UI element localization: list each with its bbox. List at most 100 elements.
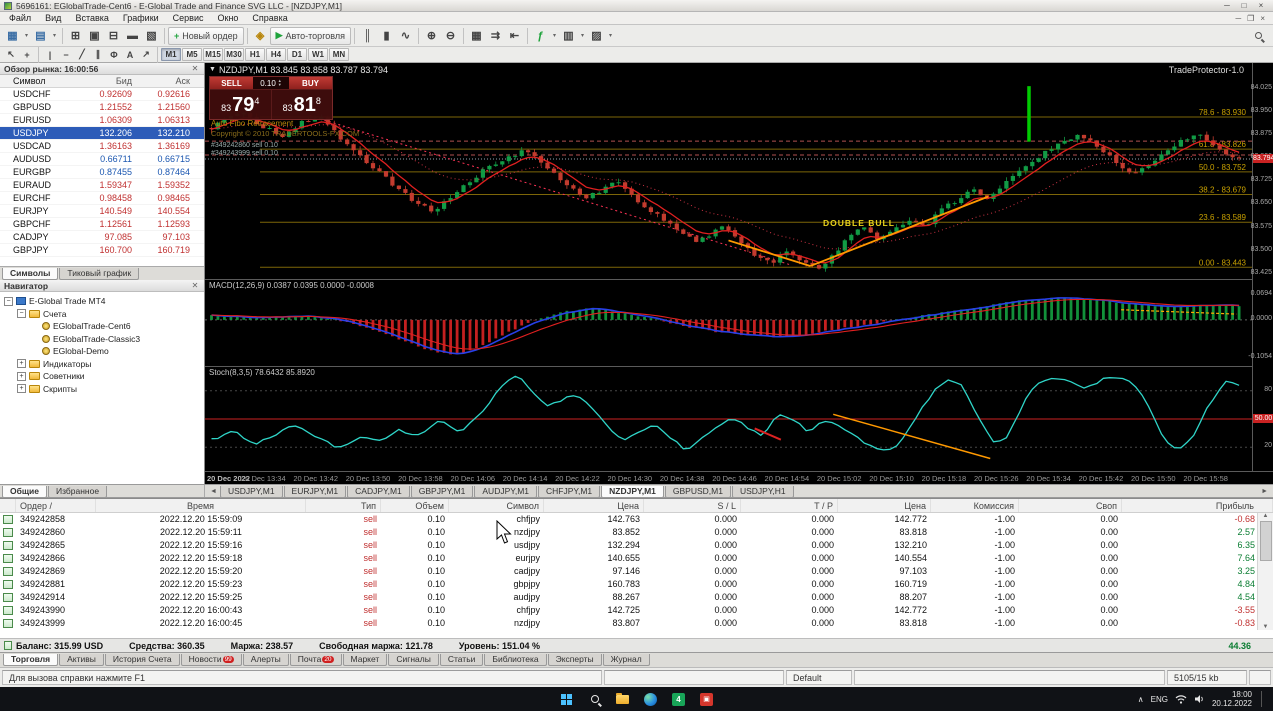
market-watch-row[interactable]: EURCHF0.984580.98465 <box>0 192 204 205</box>
metaeditor-button[interactable]: ◈ <box>251 27 270 45</box>
wifi-icon[interactable] <box>1175 694 1187 704</box>
timeframe-mn[interactable]: MN <box>329 48 349 61</box>
chart-tab[interactable]: CADJPY,M1 <box>347 486 410 497</box>
stochastic-indicator-pane[interactable]: Stoch(8,3,5) 78.6432 85.8920 <box>205 366 1252 471</box>
menu-item[interactable]: Справка <box>245 13 294 23</box>
navigator-tree-item[interactable]: −E-Global Trade MT4 <box>0 295 204 308</box>
chart-tab[interactable]: AUDJPY,M1 <box>474 486 537 497</box>
zoom-out-button[interactable]: ⊖ <box>441 27 460 45</box>
indicators-dropdown[interactable]: ▾ <box>550 27 559 45</box>
column-header[interactable]: Ордер / <box>16 499 96 512</box>
bid-price-display[interactable]: 83 79 4 <box>210 90 272 119</box>
column-header[interactable]: Прибыль <box>1122 499 1273 512</box>
cursor-tool[interactable]: ↖ <box>3 48 19 61</box>
navigator-tree-item[interactable]: +Советники <box>0 370 204 383</box>
navigator-tree-item[interactable]: EGlobalTrade-Classic3 <box>0 333 204 346</box>
expand-icon[interactable]: + <box>17 372 26 381</box>
column-header[interactable] <box>0 499 16 512</box>
navigator-tree-item[interactable]: EGlobalTrade-Cent6 <box>0 320 204 333</box>
market-watch-row[interactable]: EURUSD1.063091.06313 <box>0 114 204 127</box>
candles-chart-button[interactable]: ▮ <box>377 27 396 45</box>
order-row[interactable]: 3492429142022.12.20 15:59:25sell0.10audj… <box>0 591 1273 604</box>
order-row[interactable]: 3492439902022.12.20 16:00:43sell0.10chfj… <box>0 604 1273 617</box>
profiles-dropdown[interactable]: ▾ <box>50 27 59 45</box>
column-header[interactable]: Комиссия <box>931 499 1019 512</box>
menu-item[interactable]: Окно <box>211 13 246 23</box>
column-header[interactable]: Символ <box>449 499 544 512</box>
minimize-button[interactable]: ─ <box>1219 1 1235 11</box>
menu-item[interactable]: Вставка <box>68 13 115 23</box>
tab-scroll-left-icon[interactable]: ◄ <box>207 486 220 497</box>
arrow-tool[interactable]: ↗ <box>138 48 154 61</box>
volume-icon[interactable] <box>1194 694 1205 704</box>
order-row[interactable]: 3492428652022.12.20 15:59:16sell0.10usdj… <box>0 539 1273 552</box>
navigator-tree-item[interactable]: +Индикаторы <box>0 358 204 371</box>
timeframe-h4[interactable]: H4 <box>266 48 286 61</box>
timeframe-d1[interactable]: D1 <box>287 48 307 61</box>
language-indicator[interactable]: ENG <box>1151 695 1168 704</box>
order-row[interactable]: 3492428582022.12.20 15:59:09sell0.10chfj… <box>0 513 1273 526</box>
column-header[interactable]: Время <box>96 499 306 512</box>
time-axis[interactable]: 20 Dec 202220 Dec 13:3420 Dec 13:4220 De… <box>205 471 1273 484</box>
column-header[interactable]: T / P <box>741 499 838 512</box>
collapse-icon[interactable]: − <box>17 309 26 318</box>
timeframe-m30[interactable]: M30 <box>224 48 244 61</box>
terminal-tab-статьи[interactable]: Статьи <box>440 654 484 666</box>
chart-tab[interactable]: USDJPY,H1 <box>732 486 794 497</box>
new-chart-button[interactable]: ▦ <box>3 27 22 45</box>
navigator-tree-item[interactable]: −Счета <box>0 308 204 321</box>
periods-button[interactable]: ▥ <box>559 27 578 45</box>
edge-icon[interactable] <box>640 689 662 709</box>
chart-tab[interactable]: CHFJPY,M1 <box>538 486 600 497</box>
market-watch-row[interactable]: USDJPY132.206132.210 <box>0 127 204 140</box>
menu-item[interactable]: Графики <box>116 13 166 23</box>
periods-dropdown[interactable]: ▾ <box>578 27 587 45</box>
menu-item[interactable]: Вид <box>38 13 68 23</box>
order-row[interactable]: 3492428662022.12.20 15:59:18sell0.10eurj… <box>0 552 1273 565</box>
autoscroll-button[interactable]: ⇉ <box>486 27 505 45</box>
column-header[interactable]: Объем <box>381 499 449 512</box>
chart-tab[interactable]: NZDJPY,M1 <box>601 486 664 497</box>
buy-button[interactable]: BUY <box>289 77 332 89</box>
mdi-minimize-button[interactable]: ─ <box>1235 14 1241 23</box>
text-tool[interactable]: A <box>122 48 138 61</box>
zoom-in-button[interactable]: ⊕ <box>422 27 441 45</box>
terminal-tab-маркет[interactable]: Маркет <box>343 654 388 666</box>
mt4-app-icon[interactable]: 4 <box>668 689 690 709</box>
navigator-toggle[interactable]: ⊟ <box>104 27 123 45</box>
market-watch-row[interactable]: GBPJPY160.700160.719 <box>0 244 204 257</box>
new-chart-dropdown[interactable]: ▾ <box>22 27 31 45</box>
terminal-tab-эксперты[interactable]: Эксперты <box>548 654 602 666</box>
market-watch-close-icon[interactable]: ✕ <box>190 64 200 73</box>
market-watch-row[interactable]: AUDUSD0.667110.66715 <box>0 153 204 166</box>
volume-stepper[interactable]: ▲▼ <box>278 79 282 87</box>
templates-dropdown[interactable]: ▾ <box>606 27 615 45</box>
column-header[interactable]: Тип <box>306 499 381 512</box>
terminal-tab-активы[interactable]: Активы <box>59 654 104 666</box>
order-row[interactable]: 3492439992022.12.20 16:00:45sell0.10nzdj… <box>0 617 1273 630</box>
trendline-tool[interactable]: ╱ <box>74 48 90 61</box>
navigator-tree-item[interactable]: EGlobal-Demo <box>0 345 204 358</box>
navigator-tab[interactable]: Общие <box>2 486 47 498</box>
sell-button[interactable]: SELL <box>210 77 253 89</box>
terminal-tab-сигналы[interactable]: Сигналы <box>388 654 438 666</box>
navigator-tab[interactable]: Избранное <box>48 486 107 498</box>
market-watch-row[interactable]: CADJPY97.08597.103 <box>0 231 204 244</box>
menu-item[interactable]: Файл <box>2 13 38 23</box>
close-button[interactable]: × <box>1253 1 1269 11</box>
terminal-tab-история-счета[interactable]: История Счета <box>105 654 180 666</box>
autotrading-button[interactable]: ▶Авто-торговля <box>270 27 351 45</box>
red-app-icon[interactable]: ▣ <box>696 689 718 709</box>
strategy-tester-toggle[interactable]: ▧ <box>142 27 161 45</box>
templates-button[interactable]: ▨ <box>587 27 606 45</box>
scrollbar-thumb[interactable] <box>1260 521 1272 561</box>
chart-tab[interactable]: GBPUSD,M1 <box>665 486 731 497</box>
taskbar-clock[interactable]: 18:00 20.12.2022 <box>1212 690 1252 708</box>
market-watch-row[interactable]: GBPUSD1.215521.21560 <box>0 101 204 114</box>
timeframe-m1[interactable]: M1 <box>161 48 181 61</box>
terminal-tab-торговля[interactable]: Торговля <box>3 654 58 666</box>
terminal-tab-новости[interactable]: Новости99 <box>181 654 242 666</box>
order-row[interactable]: 3492428692022.12.20 15:59:20sell0.10cadj… <box>0 565 1273 578</box>
column-header[interactable]: S / L <box>644 499 741 512</box>
show-desktop-button[interactable] <box>1261 691 1263 707</box>
